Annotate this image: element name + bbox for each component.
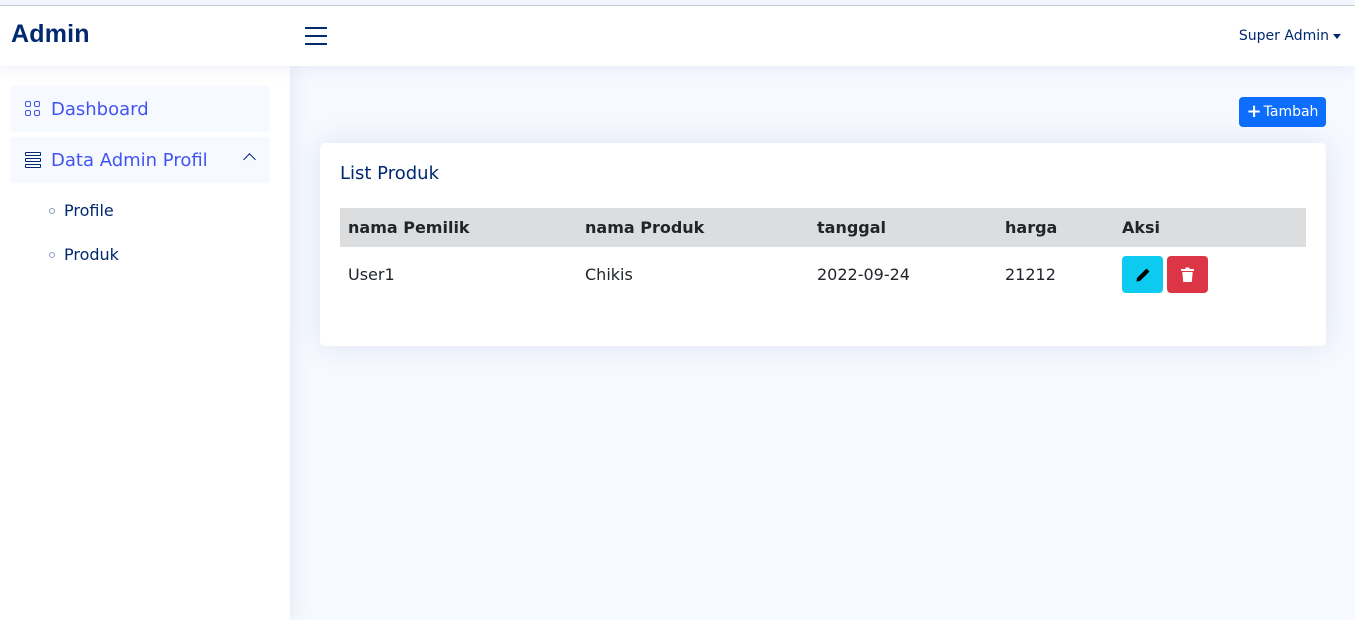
- add-button-label: Tambah: [1263, 104, 1319, 120]
- product-table: nama Pemilik nama Produk tanggal harga A…: [340, 208, 1306, 302]
- subitem-label: Produk: [64, 245, 119, 264]
- menu-toggle-icon[interactable]: [305, 26, 327, 45]
- sidebar-item-label: Dashboard: [51, 98, 149, 120]
- subitem-label: Profile: [64, 201, 114, 220]
- delete-button[interactable]: [1167, 256, 1208, 293]
- chevron-up-icon: [243, 153, 256, 166]
- cell-product: Chikis: [585, 265, 633, 284]
- trash-icon: [1181, 267, 1194, 282]
- top-header: Admin Super Admin: [0, 5, 1355, 66]
- caret-down-icon: [1333, 33, 1341, 39]
- column-header: nama Produk: [585, 218, 705, 237]
- column-header: tanggal: [817, 218, 887, 237]
- circle-icon: [49, 207, 55, 214]
- database-icon: [24, 151, 42, 169]
- add-button[interactable]: + Tambah: [1239, 97, 1326, 127]
- sidebar-item-data-admin-profil[interactable]: Data Admin Profil: [10, 137, 270, 183]
- sidebar: Dashboard Data Admin Profil Profile Prod…: [0, 66, 290, 620]
- sidebar-item-dashboard[interactable]: Dashboard: [10, 86, 270, 132]
- card-title: List Produk: [340, 163, 439, 184]
- edit-button[interactable]: [1122, 256, 1163, 293]
- cell-price: 21212: [1005, 265, 1056, 284]
- grid-icon: [24, 100, 42, 118]
- sidebar-subitem-produk[interactable]: Produk: [49, 245, 119, 264]
- cell-owner: User1: [348, 265, 395, 284]
- circle-icon: [49, 251, 55, 258]
- logo[interactable]: Admin: [11, 20, 90, 49]
- table-row: User1 Chikis 2022-09-24 21212: [340, 247, 1306, 302]
- column-header: Aksi: [1122, 218, 1161, 237]
- column-header: nama Pemilik: [348, 218, 470, 237]
- sidebar-item-label: Data Admin Profil: [51, 149, 208, 171]
- user-name: Super Admin: [1238, 28, 1329, 44]
- column-header: harga: [1005, 218, 1058, 237]
- plus-icon: +: [1246, 101, 1262, 122]
- pencil-icon: [1136, 268, 1149, 281]
- cell-actions: [1122, 247, 1208, 302]
- sidebar-subitem-profile[interactable]: Profile: [49, 201, 114, 220]
- product-card: List Produk nama Pemilik nama Produk tan…: [320, 143, 1326, 346]
- user-dropdown[interactable]: Super Admin: [1239, 28, 1341, 44]
- table-header: nama Pemilik nama Produk tanggal harga A…: [340, 208, 1306, 247]
- cell-date: 2022-09-24: [817, 265, 910, 284]
